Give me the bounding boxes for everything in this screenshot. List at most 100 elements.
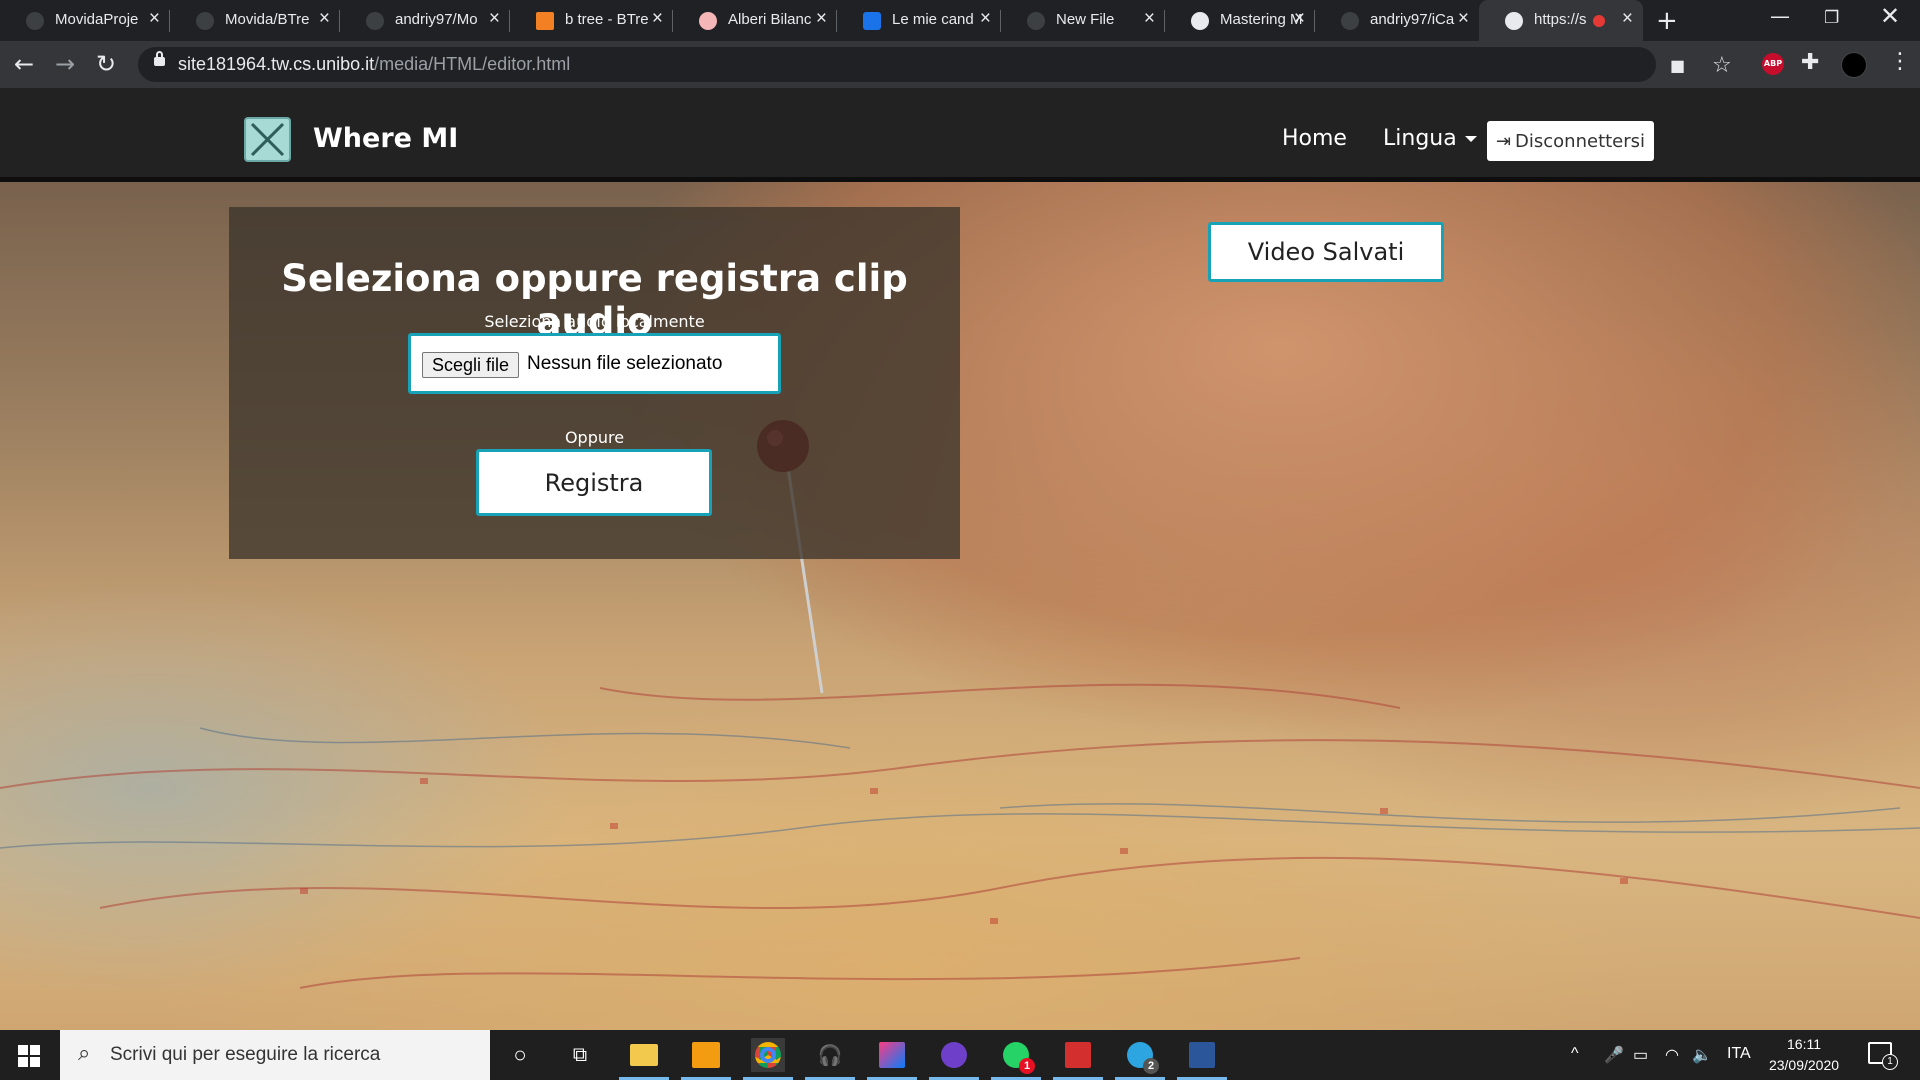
close-icon[interactable]: × <box>149 8 160 30</box>
clock-time: 16:11 <box>1787 1036 1821 1052</box>
intellij-icon[interactable] <box>867 1038 917 1080</box>
telegram-icon[interactable]: 2 <box>1115 1038 1165 1080</box>
windows-start-icon[interactable] <box>18 1045 40 1067</box>
browser-tab[interactable]: Movida/BTre × <box>170 0 340 41</box>
new-tab-button[interactable]: + <box>1656 6 1678 36</box>
lock-icon[interactable] <box>154 51 165 66</box>
audio-clip-panel: Seleziona oppure registra clip audio Sel… <box>229 207 960 559</box>
sign-in-icon: ⇥ <box>1495 130 1512 152</box>
browser-tab[interactable]: Alberi Bilanc × <box>673 0 837 41</box>
tab-title: Le mie cand <box>892 11 974 28</box>
battery-icon[interactable]: ▭ <box>1633 1045 1648 1065</box>
brand-logo[interactable] <box>244 117 291 162</box>
close-icon[interactable]: × <box>980 8 991 30</box>
close-icon[interactable]: × <box>652 8 663 30</box>
reload-icon[interactable]: ↻ <box>96 50 116 78</box>
address-bar[interactable]: site181964.tw.cs.unibo.it/media/HTML/edi… <box>138 47 1732 82</box>
taskbar-search-box[interactable]: ⌕ Scrivi qui per eseguire la ricerca <box>60 1030 490 1080</box>
stackoverflow-icon <box>536 12 554 30</box>
adblock-icon[interactable]: ABP <box>1762 53 1784 75</box>
minimize-icon[interactable]: — <box>1770 4 1790 28</box>
search-icon: ⌕ <box>78 1041 91 1066</box>
close-icon[interactable]: × <box>816 8 827 30</box>
window-close-icon[interactable]: ✕ <box>1880 2 1900 30</box>
tab-title: b tree - BTre <box>565 11 649 28</box>
bookmark-star-icon[interactable]: ☆ <box>1712 53 1732 78</box>
clock-date: 23/09/2020 <box>1768 1057 1840 1073</box>
chrome-icon[interactable] <box>743 1038 793 1080</box>
browser-tab[interactable]: b tree - BTre × <box>510 0 673 41</box>
choose-file-button[interactable]: Scegli file <box>422 352 520 378</box>
acrobat-icon[interactable] <box>1053 1038 1103 1080</box>
task-view-icon[interactable]: ⧉ <box>563 1038 597 1072</box>
office-app-icon[interactable] <box>681 1038 731 1080</box>
browser-tab[interactable]: New File × <box>1001 0 1165 41</box>
audio-file-input[interactable]: Scegli file Nessun file selezionato <box>408 333 781 394</box>
or-label: Oppure <box>564 428 625 447</box>
github-icon <box>1191 12 1209 30</box>
whatsapp-badge: 1 <box>1019 1058 1035 1074</box>
taskbar-search-placeholder: Scrivi qui per eseguire la ricerca <box>110 1044 381 1065</box>
browser-tab[interactable]: MovidaProje × <box>0 0 170 41</box>
github-icon <box>1341 12 1359 30</box>
notification-count: 1 <box>1882 1054 1898 1070</box>
close-icon[interactable]: × <box>319 8 330 30</box>
word-icon[interactable] <box>1177 1038 1227 1080</box>
wifi-icon[interactable]: ◠ <box>1665 1045 1679 1065</box>
browser-toolbar: ← → ↻ site181964.tw.cs.unibo.it/media/HT… <box>0 41 1920 88</box>
tab-title: New File <box>1056 11 1115 28</box>
close-icon[interactable]: × <box>1294 8 1305 30</box>
windows-taskbar: ⌕ Scrivi qui per eseguire la ricerca ○ ⧉… <box>0 1030 1920 1080</box>
forward-arrow-icon[interactable]: → <box>55 50 75 78</box>
nav-language-dropdown[interactable]: Lingua <box>1383 126 1477 151</box>
browser-tab[interactable]: Le mie cand × <box>837 0 1001 41</box>
back-arrow-icon[interactable]: ← <box>14 50 34 78</box>
recording-indicator-icon <box>1593 15 1605 27</box>
github-icon <box>196 12 214 30</box>
globe-icon <box>1505 12 1523 30</box>
close-icon[interactable]: × <box>489 8 500 30</box>
browser-tab[interactable]: andriy97/iCa × <box>1315 0 1479 41</box>
cortana-icon[interactable]: ○ <box>503 1038 537 1072</box>
notification-center-icon[interactable]: 1 <box>1868 1042 1898 1070</box>
tab-title: Alberi Bilanc <box>728 11 812 28</box>
browser-tab[interactable]: andriy97/Mo × <box>340 0 510 41</box>
chevron-up-icon[interactable]: ^ <box>1571 1045 1579 1063</box>
github-desktop-icon[interactable] <box>929 1038 979 1080</box>
saved-videos-button[interactable]: Video Salvati <box>1208 222 1444 282</box>
site-favicon-icon <box>699 12 717 30</box>
close-icon[interactable]: × <box>1622 8 1633 30</box>
microphone-icon[interactable]: 🎤 <box>1604 1045 1624 1065</box>
volume-icon[interactable]: 🔈 <box>1692 1045 1712 1065</box>
whatsapp-icon[interactable]: 1 <box>991 1038 1041 1080</box>
record-button[interactable]: Registra <box>476 449 712 516</box>
tab-title: andriy97/iCa <box>1370 11 1455 28</box>
github-icon <box>26 12 44 30</box>
headphones-app-icon[interactable]: 🎧 <box>805 1038 855 1080</box>
file-status-text: Nessun file selezionato <box>527 353 723 374</box>
close-icon[interactable]: × <box>1458 8 1469 30</box>
github-icon <box>366 12 384 30</box>
kebab-menu-icon[interactable]: ⋮ <box>1889 49 1911 74</box>
browser-tab-active[interactable]: https://s × <box>1479 0 1643 41</box>
close-icon[interactable]: × <box>1144 8 1155 30</box>
logout-label: Disconnettersi <box>1515 130 1646 152</box>
site-navbar: Where MI Home Lingua ⇥ Disconnettersi <box>0 88 1920 182</box>
tab-title: andriy97/Mo <box>395 11 478 28</box>
camera-icon[interactable]: ■ <box>1670 56 1685 75</box>
restore-icon[interactable]: ❐ <box>1824 8 1839 28</box>
logout-button[interactable]: ⇥ Disconnettersi <box>1487 121 1654 161</box>
browser-tab-strip: MovidaProje × Movida/BTre × andriy97/Mo … <box>0 0 1920 41</box>
unibo-icon <box>863 12 881 30</box>
keyboard-language[interactable]: ITA <box>1727 1045 1751 1063</box>
browser-tab[interactable]: Mastering M × <box>1165 0 1315 41</box>
brand-name[interactable]: Where MI <box>313 123 458 154</box>
avatar[interactable] <box>1841 52 1867 78</box>
nav-language-label: Lingua <box>1383 126 1457 151</box>
file-explorer-icon[interactable] <box>619 1038 669 1080</box>
nav-home-link[interactable]: Home <box>1282 126 1347 151</box>
puzzle-icon[interactable]: ✚ <box>1801 50 1819 75</box>
system-clock[interactable]: 16:11 23/09/2020 <box>1764 1034 1844 1076</box>
caret-down-icon <box>1464 136 1477 142</box>
url-text[interactable]: site181964.tw.cs.unibo.it/media/HTML/edi… <box>178 54 570 75</box>
